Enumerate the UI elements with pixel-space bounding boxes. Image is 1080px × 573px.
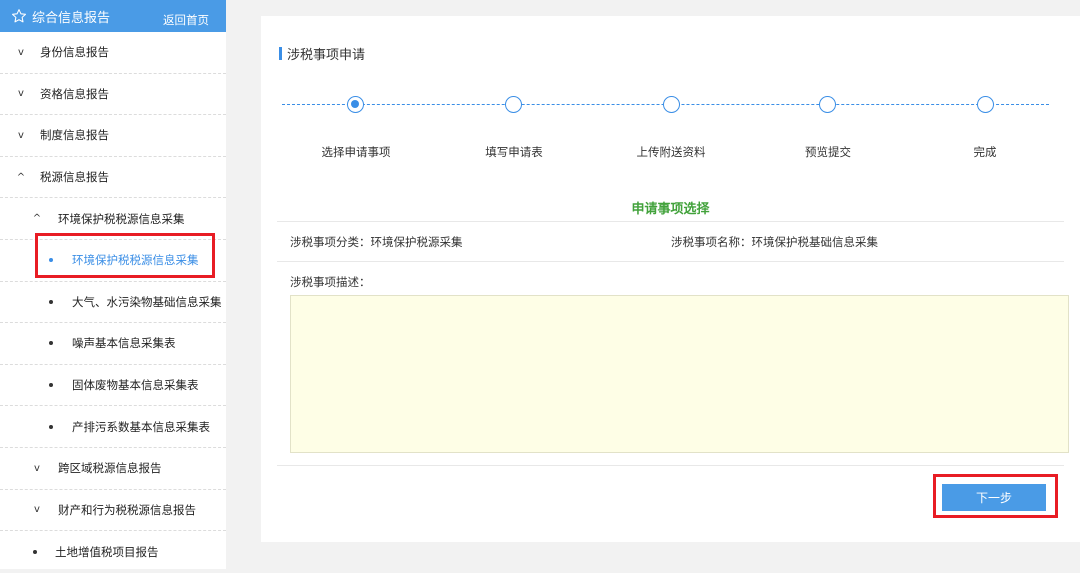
item-name-field: 涉税事项名称：环境保护税基础信息采集 — [671, 234, 878, 250]
star-icon — [12, 9, 26, 23]
step-1-label: 选择申请事项 — [321, 145, 391, 159]
step-3-label: 上传附送资料 — [636, 145, 706, 159]
sidebar-item-solid-waste[interactable]: 固体废物基本信息采集表 — [0, 365, 226, 407]
sidebar-item-noise[interactable]: 噪声基本信息采集表 — [0, 323, 226, 365]
step-1-done-icon — [347, 96, 364, 113]
sidebar-nav: v 身份信息报告 v 资格信息报告 v 制度信息报告 ^ 税源信息报告 ^ 环境… — [0, 32, 226, 573]
bullet-icon — [49, 424, 53, 429]
sidebar-item-emission-coefficient[interactable]: 产排污系数基本信息采集表 — [0, 406, 226, 448]
item-name-value: 环境保护税基础信息采集 — [751, 235, 879, 249]
description-label: 涉税事项描述： — [290, 275, 371, 289]
sidebar-item-label: 税源信息报告 — [40, 170, 109, 185]
bullet-icon — [49, 299, 53, 304]
chevron-up-icon: ^ — [32, 213, 42, 225]
sidebar-item-tax-source-report[interactable]: ^ 税源信息报告 — [0, 157, 226, 199]
main-panel: 涉税事项申请 选择申请事项 填写申请表 上传附送资料 预览提交 完成 申请事项选… — [261, 16, 1080, 542]
chevron-down-icon: v — [18, 46, 24, 58]
chevron-down-icon: v — [18, 88, 24, 100]
sidebar-title: 综合信息报告 — [32, 10, 111, 26]
divider — [277, 221, 1064, 222]
sidebar-item-system-report[interactable]: v 制度信息报告 — [0, 115, 226, 157]
sidebar-item-label: 产排污系数基本信息采集表 — [72, 419, 210, 434]
sidebar-item-label: 跨区域税源信息报告 — [58, 461, 162, 476]
sidebar-item-label: 环境保护税税源信息采集 — [58, 211, 185, 226]
sidebar-item-label: 资格信息报告 — [40, 86, 109, 101]
sidebar-item-identity-report[interactable]: v 身份信息报告 — [0, 32, 226, 74]
sidebar-item-label: 财产和行为税税源信息报告 — [58, 502, 196, 517]
bullet-icon — [33, 549, 37, 554]
sidebar-item-property-behavior-tax[interactable]: v 财产和行为税税源信息报告 — [0, 490, 226, 532]
step-2-icon — [505, 96, 522, 113]
sidebar-item-label: 身份信息报告 — [40, 45, 109, 60]
description-box — [290, 295, 1069, 453]
step-4-icon — [819, 96, 836, 113]
chevron-down-icon: v — [34, 462, 40, 474]
sidebar: 综合信息报告 返回首页 v 身份信息报告 v 资格信息报告 v 制度信息报告 ^… — [0, 0, 226, 569]
sidebar-item-label: 制度信息报告 — [40, 128, 109, 143]
sidebar-header: 综合信息报告 返回首页 — [0, 0, 226, 32]
divider — [277, 261, 1064, 262]
bullet-icon — [49, 258, 53, 263]
chevron-down-icon: v — [34, 504, 40, 516]
chevron-up-icon: ^ — [16, 171, 26, 183]
category-field: 涉税事项分类：环境保护税源采集 — [290, 234, 463, 250]
divider — [277, 465, 1064, 466]
sidebar-item-label: 大气、水污染物基础信息采集 — [72, 294, 222, 309]
next-step-button[interactable]: 下一步 — [942, 484, 1046, 511]
step-4-label: 预览提交 — [805, 145, 851, 159]
back-home-link[interactable]: 返回首页 — [163, 12, 209, 28]
step-3-icon — [663, 96, 680, 113]
sidebar-item-env-tax-collection-group[interactable]: ^ 环境保护税税源信息采集 — [0, 198, 226, 240]
category-value: 环境保护税源采集 — [370, 235, 463, 249]
sidebar-item-air-water-pollutant[interactable]: 大气、水污染物基础信息采集 — [0, 282, 226, 324]
sidebar-item-qualification-report[interactable]: v 资格信息报告 — [0, 74, 226, 116]
sidebar-item-env-tax-collection[interactable]: 环境保护税税源信息采集 — [0, 240, 226, 282]
sidebar-item-cross-region[interactable]: v 跨区域税源信息报告 — [0, 448, 226, 490]
step-2-label: 填写申请表 — [485, 145, 543, 159]
category-label: 涉税事项分类： — [290, 235, 371, 249]
bullet-icon — [49, 341, 53, 346]
sidebar-item-label: 环境保护税税源信息采集 — [72, 253, 199, 268]
step-5-icon — [977, 96, 994, 113]
chevron-down-icon: v — [18, 129, 24, 141]
sidebar-item-label: 土地增值税项目报告 — [55, 544, 159, 559]
bullet-icon — [49, 383, 53, 388]
sidebar-item-land-vat-project[interactable]: 土地增值税项目报告 — [0, 531, 226, 573]
progress-steps: 选择申请事项 填写申请表 上传附送资料 预览提交 完成 — [261, 16, 1080, 166]
step-5-label: 完成 — [973, 145, 997, 159]
form-title: 申请事项选择 — [631, 202, 710, 217]
item-name-label: 涉税事项名称： — [671, 235, 752, 249]
sidebar-item-label: 噪声基本信息采集表 — [72, 336, 176, 351]
sidebar-item-label: 固体废物基本信息采集表 — [72, 378, 199, 393]
